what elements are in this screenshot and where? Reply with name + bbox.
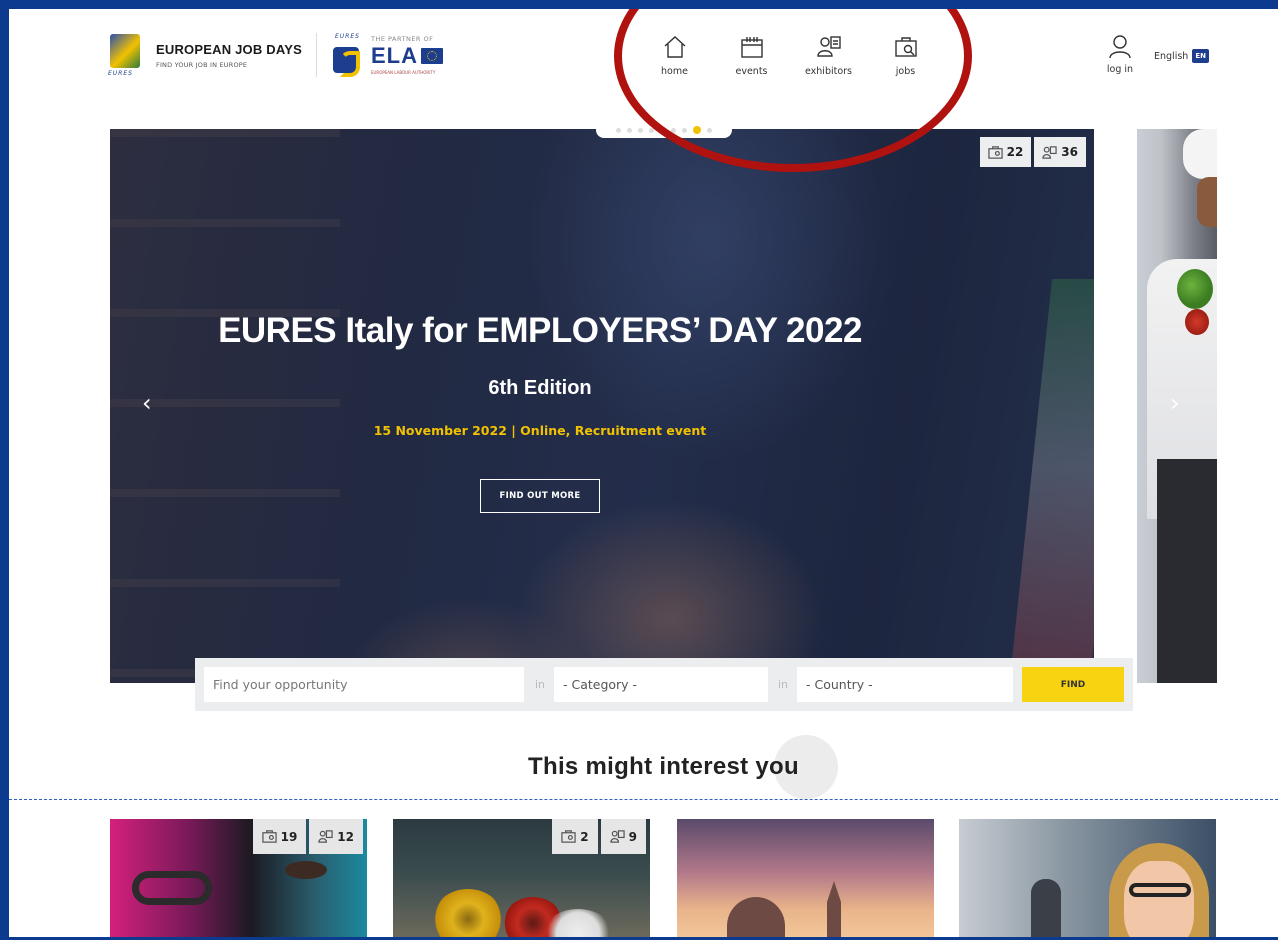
briefcase-icon	[261, 830, 277, 843]
hero-counts: 22 36	[979, 137, 1086, 167]
language-selector[interactable]: English EN	[1154, 49, 1209, 63]
card-counts: 2 9	[552, 819, 646, 854]
event-card[interactable]: 2 9	[393, 819, 650, 940]
slider-dot[interactable]	[616, 127, 621, 133]
brand-subtitle: FIND YOUR JOB IN EUROPE	[156, 60, 248, 69]
opportunity-search-input[interactable]: Find your opportunity	[204, 667, 524, 702]
exhibitors-icon	[609, 830, 625, 843]
exhibitors-icon	[1042, 145, 1057, 159]
find-button[interactable]: FIND	[1022, 667, 1124, 702]
event-card[interactable]	[677, 819, 934, 940]
user-icon	[1109, 35, 1131, 59]
briefcase-icon	[561, 830, 576, 843]
brand-divider	[315, 33, 317, 77]
exhibitors-count-badge: 12	[309, 819, 363, 854]
section-title: This might interest you	[528, 753, 799, 780]
in-label: in	[535, 678, 546, 691]
hero-edition: 6th Edition	[488, 377, 592, 399]
login-button[interactable]: log in	[1100, 34, 1140, 75]
language-label: English	[1154, 50, 1189, 62]
country-select[interactable]: - Country -	[797, 667, 1013, 702]
exhibitors-icon	[318, 830, 333, 843]
partner-label: THE PARTNER OF	[370, 35, 434, 43]
search-bar: Find your opportunity in - Category - in…	[195, 658, 1133, 711]
brand-logo[interactable]: EURES EUROPEAN JOB DAYS FIND YOUR JOB IN…	[108, 32, 443, 78]
slider-dot[interactable]	[638, 127, 643, 133]
find-out-more-button[interactable]: FIND OUT MORE	[480, 479, 600, 513]
eu-flag-icon	[420, 48, 443, 64]
exhibitors-count-badge: 9	[600, 819, 646, 854]
exhibitors-count-badge: 36	[1034, 137, 1086, 167]
category-select[interactable]: - Category -	[554, 667, 768, 702]
jobs-count-badge: 19	[252, 819, 307, 854]
in-label: in	[778, 678, 789, 691]
ela-logo: EURES THE PARTNER OF ELA EUROPEAN LABOUR…	[331, 33, 443, 77]
briefcase-icon	[987, 145, 1003, 159]
language-badge: EN	[1192, 49, 1209, 63]
partner-name: ELA	[370, 43, 418, 68]
login-label: log in	[1106, 64, 1134, 75]
european-job-days-logo: EURES	[108, 32, 146, 78]
partner-fine-print: EUROPEAN LABOUR AUTHORITY	[370, 70, 436, 75]
slider-prev-arrow-icon[interactable]: ‹	[142, 389, 152, 417]
brand-title: EUROPEAN JOB DAYS	[156, 41, 302, 57]
hero-date: 15 November 2022 | Online, Recruitment e…	[373, 423, 707, 438]
hero-title: EURES Italy for EMPLOYERS’ DAY 2022	[218, 311, 862, 350]
slider-next-arrow-icon[interactable]: ›	[1170, 389, 1180, 417]
hero-slide: EURES Italy for EMPLOYERS’ DAY 2022 6th …	[110, 129, 1094, 683]
event-card[interactable]: 19 12	[110, 819, 367, 940]
fold-line	[9, 799, 1278, 800]
jobs-count-badge: 22	[979, 137, 1032, 167]
card-counts: 19 12	[252, 819, 363, 854]
eures-logo: EURES	[331, 33, 361, 77]
jobs-count-badge: 2	[552, 819, 598, 854]
event-card[interactable]	[959, 819, 1216, 940]
slider-dot[interactable]	[627, 127, 632, 133]
